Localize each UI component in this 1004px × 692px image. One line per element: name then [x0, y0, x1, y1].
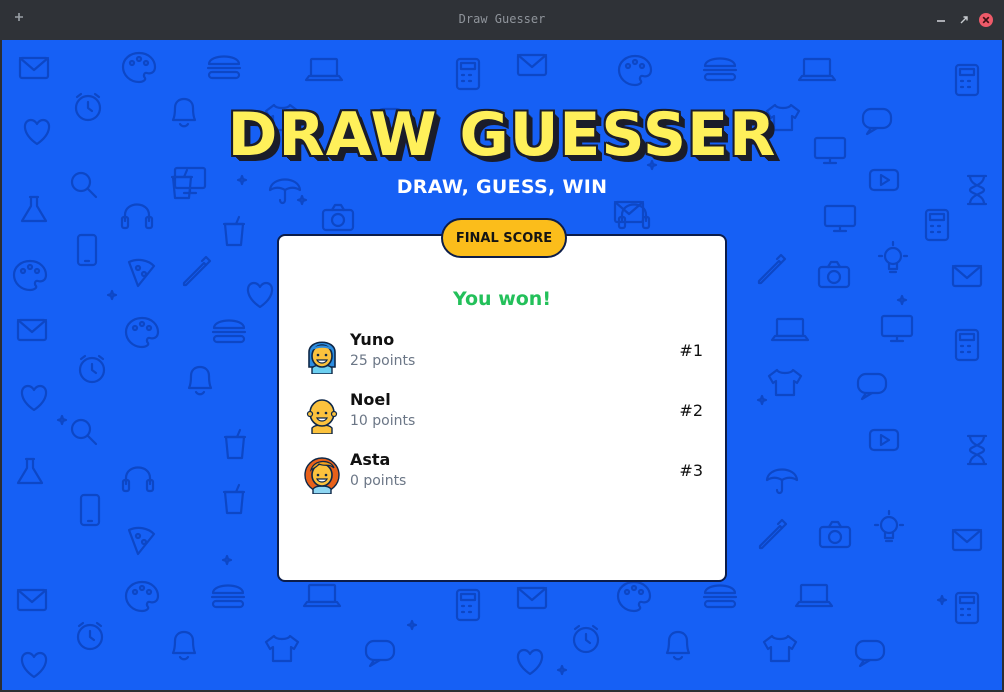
minimize-icon[interactable] [934, 13, 948, 27]
player-rank: #1 [679, 341, 703, 360]
final-score-card: FINAL SCORE You won! Yuno 25 points #1 N… [277, 218, 727, 582]
player-name: Noel [350, 390, 391, 409]
tagline: DRAW, GUESS, WIN [396, 176, 608, 198]
player-rank: #2 [679, 401, 703, 420]
player-row: Noel 10 points #2 [301, 390, 705, 438]
player-row: Yuno 25 points #1 [301, 330, 705, 378]
window-title: Draw Guesser [458, 12, 546, 26]
game-result-text: You won! [452, 288, 551, 310]
blue-hair-avatar-icon [308, 341, 336, 374]
orange-hair-avatar-icon [304, 457, 340, 494]
window-titlebar: Draw Guesser [0, 0, 1004, 40]
maximize-icon[interactable] [957, 13, 971, 27]
final-score-badge: FINAL SCORE [441, 218, 567, 258]
player-points: 10 points [350, 413, 416, 429]
app-canvas: DRAW GUESSER DRAW, GUESS, WIN FINAL SCOR… [2, 40, 1002, 690]
player-points: 25 points [350, 353, 416, 369]
player-points: 0 points [350, 473, 407, 489]
player-row: Asta 0 points #3 [301, 450, 705, 498]
close-icon[interactable] [978, 12, 994, 28]
bald-avatar-icon [306, 399, 338, 434]
player-rank: #3 [679, 461, 703, 480]
player-name: Yuno [350, 330, 395, 349]
player-name: Asta [350, 450, 391, 469]
game-logo: DRAW GUESSER [227, 100, 777, 170]
